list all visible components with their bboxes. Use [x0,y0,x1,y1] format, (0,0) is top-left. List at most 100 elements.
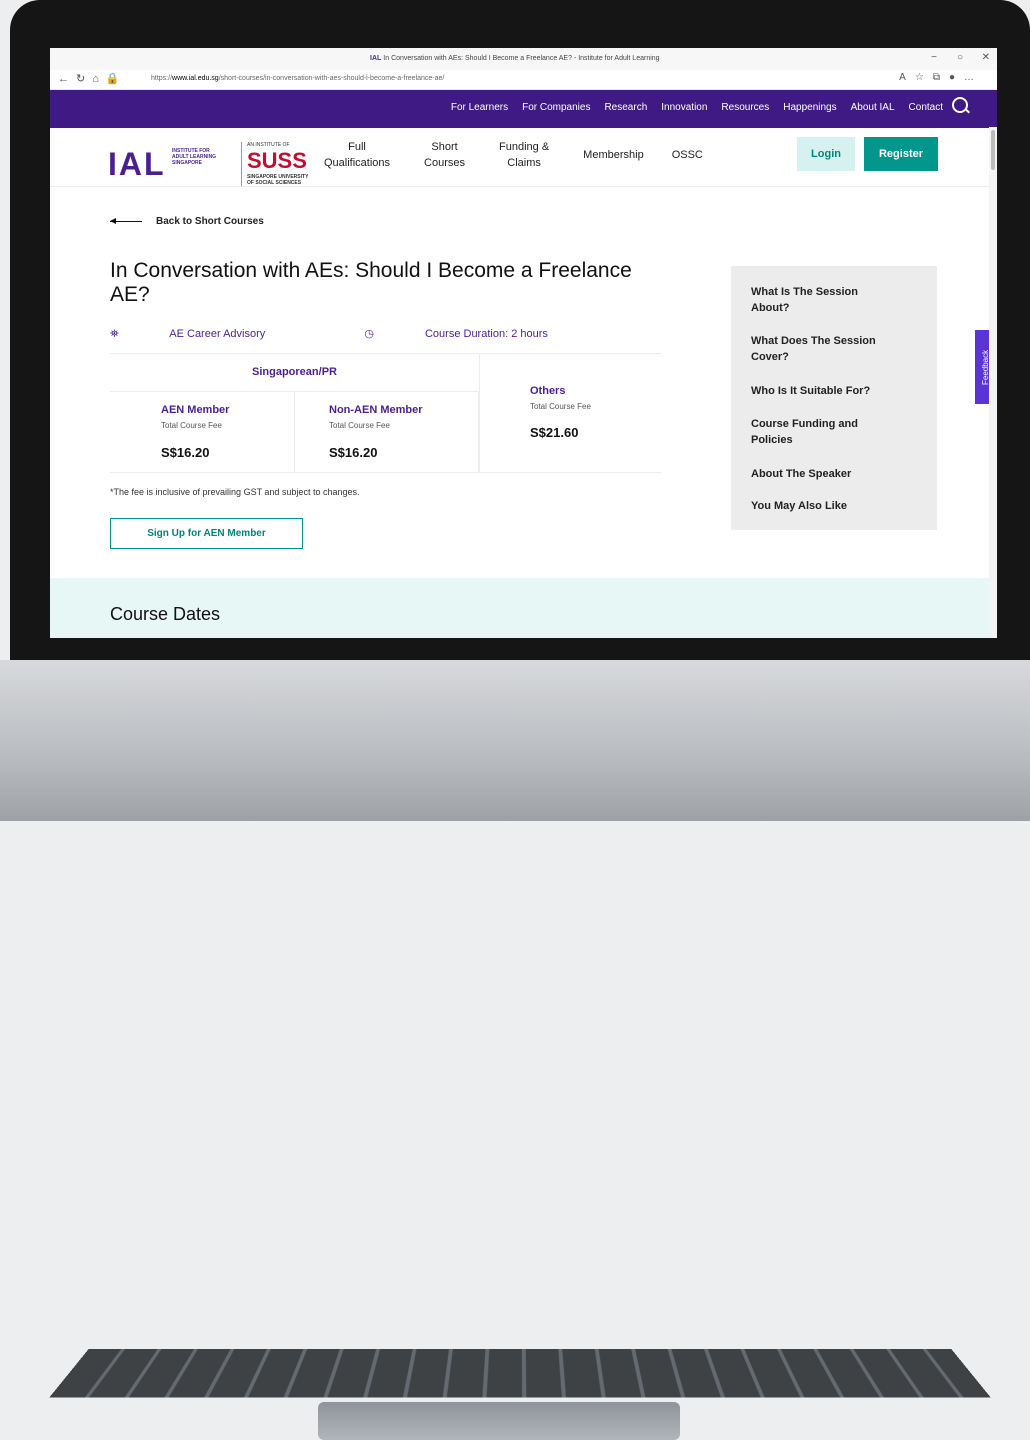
nav-funding-claims[interactable]: Funding & Claims [499,139,549,171]
nav-ossc[interactable]: OSSC [672,139,703,171]
ial-logo-subtitle: INSTITUTE FOR ADULT LEARNING SINGAPORE [172,148,216,166]
nav-icons: ←↻⌂🔒 [58,72,127,85]
sidebar-line: Course Funding and [751,418,858,430]
login-button[interactable]: Login [797,137,855,171]
sidebar-item-cover[interactable]: What Does The Session Cover? [751,333,921,365]
fee-note: *The fee is inclusive of prevailing GST … [110,487,360,497]
browser-window: IAL In Conversation with AEs: Should I Be… [50,48,997,638]
browser-titlebar: IAL In Conversation with AEs: Should I Be… [50,48,997,70]
fee-label: Total Course Fee [329,421,390,430]
nav-line: Claims [507,157,541,169]
nav-line: Funding & [499,141,550,153]
ial-sub-3: SINGAPORE [172,160,203,166]
url-domain: www.ial.edu.sg [172,75,219,82]
fee-price: S$16.20 [329,445,378,460]
nav-short-courses[interactable]: Short Courses [424,139,465,171]
fee-price: S$16.20 [161,445,210,460]
favorite-icon[interactable]: ☆ [915,72,933,83]
home-icon[interactable]: ⌂ [92,73,106,85]
topnav-for-companies[interactable]: For Companies [522,102,590,113]
topnav-happenings[interactable]: Happenings [783,102,836,113]
sidebar-item-speaker[interactable]: About The Speaker [751,466,921,482]
sidebar-item-funding[interactable]: Course Funding and Policies [751,416,921,448]
top-nav: For Learners For Companies Research Inno… [50,90,997,128]
fee-name: Others [530,385,566,397]
fee-label: Total Course Fee [161,421,222,430]
address-bar: ←↻⌂🔒 https://www.ial.edu.sg/short-course… [50,70,997,90]
course-meta: ⛯ AE Career Advisory ◷ Course Duration: … [110,327,644,341]
sidebar-line: What Is The Session [751,286,858,298]
scrollbar-thumb[interactable] [991,130,995,170]
suss-wordmark: SUSS [247,148,307,173]
back-arrow-icon [110,217,142,224]
fee-col-others: Others Total Course Fee S$21.60 [479,353,662,472]
page-content: Back to Short Courses In Conversation wi… [50,203,997,638]
register-button[interactable]: Register [864,137,938,171]
nav-line: OSSC [671,149,703,161]
nav-line: Membership [583,149,644,161]
fee-price: S$21.60 [530,425,579,440]
section-nav: What Is The Session About? What Does The … [731,266,937,530]
suss-sub-2: OF SOCIAL SCIENCES [247,180,302,186]
window-title: IAL In Conversation with AEs: Should I Be… [370,55,660,62]
back-arrow-icon[interactable]: ← [58,73,76,85]
refresh-icon[interactable]: ↻ [76,73,92,85]
course-category-label: AE Career Advisory [169,328,266,340]
fee-name: Non-AEN Member [329,404,423,416]
laptop-base [0,660,1030,1440]
tab-title: In Conversation with AEs: Should I Becom… [383,55,660,62]
url-prefix: https:// [151,75,173,82]
topnav-resources[interactable]: Resources [721,102,769,113]
nav-full-qualifications[interactable]: Full Qualifications [324,139,390,171]
course-duration: ◷ Course Duration: 2 hours [364,328,596,340]
browser-tools: A☆⧉●… [899,72,983,83]
topnav-contact[interactable]: Contact [909,102,943,113]
course-category[interactable]: ⛯ AE Career Advisory [110,328,313,340]
nav-line: Full [348,141,366,153]
topnav-for-learners[interactable]: For Learners [451,102,508,113]
read-aloud-icon[interactable]: A [899,72,915,83]
fee-col-non-aen: Non-AEN Member Total Course Fee S$16.20 [294,392,479,472]
sidebar-line: You May Also Like [751,500,847,512]
lock-icon: 🔒 [105,73,127,85]
sidebar-line: Who Is It Suitable For? [751,385,871,397]
collections-icon[interactable]: ⧉ [933,72,949,83]
fee-col-aen: AEN Member Total Course Fee S$16.20 [110,392,295,472]
url-path: /short-courses/in-conversation-with-aes-… [218,75,445,82]
sidebar-line: About? [751,302,790,314]
fee-label: Total Course Fee [530,402,591,411]
nav-line: Courses [424,157,466,169]
course-title: In Conversation with AEs: Should I Becom… [110,259,632,306]
signup-button[interactable]: Sign Up for AEN Member [110,518,303,549]
profile-icon[interactable]: ● [949,72,964,83]
tab-favicon: IAL [370,55,382,62]
ial-logo[interactable]: IAL [108,146,166,183]
close-icon[interactable]: ✕ [982,52,990,63]
sidebar-item-also-like[interactable]: You May Also Like [751,498,921,514]
keyboard [49,1348,991,1398]
suss-logo[interactable]: AN INSTITUTE OF SUSS SINGAPORE UNIVERSIT… [241,142,308,186]
course-dates-section: Course Dates [50,578,997,638]
sidebar-line: About The Speaker [751,468,852,480]
course-duration-label: Course Duration: 2 hours [424,328,548,340]
topnav-about-ial[interactable]: About IAL [851,102,895,113]
sidebar-line: Cover? [751,351,789,363]
maximize-icon[interactable]: ○ [957,52,963,63]
topnav-innovation[interactable]: Innovation [661,102,707,113]
sidebar-item-suitable[interactable]: Who Is It Suitable For? [751,383,921,399]
topnav-research[interactable]: Research [604,102,647,113]
nav-membership[interactable]: Membership [583,139,644,171]
scrollbar[interactable] [989,127,997,638]
url-field[interactable]: https://www.ial.edu.sg/short-courses/in-… [151,75,444,82]
clock-icon: ◷ [364,328,374,340]
fee-name: AEN Member [161,404,230,416]
nav-line: Short [431,141,458,153]
menu-icon[interactable]: … [964,72,983,83]
back-link[interactable]: Back to Short Courses [110,216,264,227]
sidebar-item-about[interactable]: What Is The Session About? [751,284,921,316]
search-icon[interactable] [952,97,968,113]
sidebar-line: What Does The Session [751,335,876,347]
minimize-icon[interactable]: − [931,52,937,63]
back-link-label: Back to Short Courses [156,216,264,227]
fee-table: Singaporean/PR AEN Member Total Course F… [110,353,661,473]
